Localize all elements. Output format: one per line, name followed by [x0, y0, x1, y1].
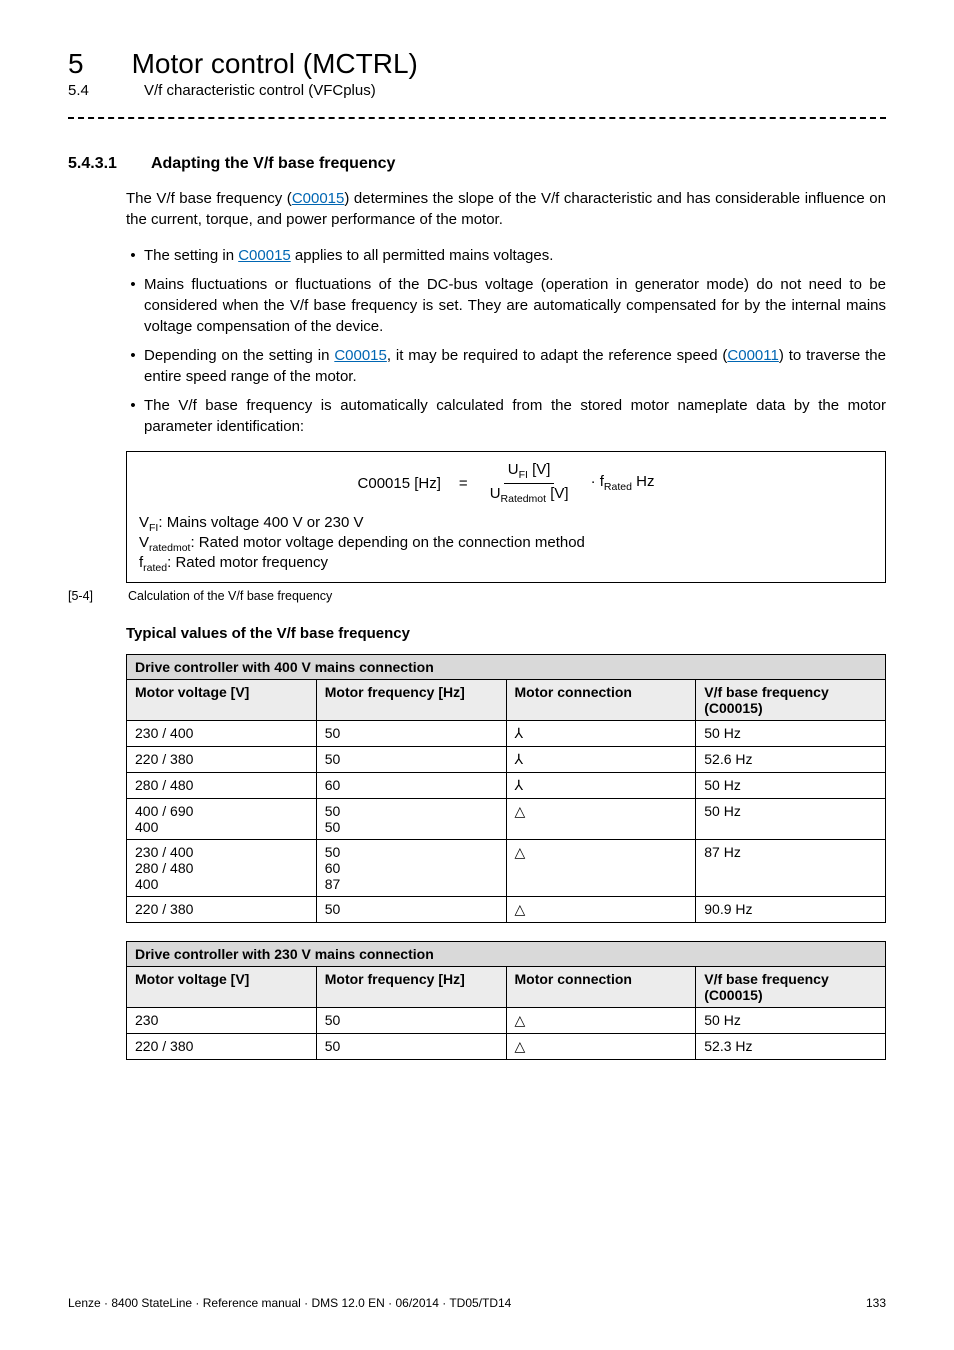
- col-header: Motor frequency [Hz]: [316, 680, 506, 721]
- table-230v: Drive controller with 230 V mains connec…: [126, 941, 886, 1060]
- cell-motor-voltage: 230: [127, 1008, 317, 1034]
- col-header: Motor connection: [506, 680, 696, 721]
- bullet-item: Mains fluctuations or fluctuations of th…: [144, 274, 886, 337]
- cell-motor-voltage: 220 / 380: [127, 1034, 317, 1060]
- bullet-text: The V/f base frequency is automatically …: [144, 397, 886, 435]
- cell-vf-base-frequency: 50 Hz: [696, 1008, 886, 1034]
- cell-motor-voltage: 280 / 480: [127, 773, 317, 799]
- cell-vf-base-frequency: 50 Hz: [696, 799, 886, 840]
- bullet-item: The setting in C00015 applies to all per…: [144, 245, 886, 266]
- figure-caption-text: Calculation of the V/f base frequency: [128, 589, 332, 603]
- cell-motor-frequency: 50: [316, 897, 506, 923]
- cell-motor-frequency: 50: [316, 721, 506, 747]
- cell-motor-frequency: 50: [316, 747, 506, 773]
- formula-tail: · fRated Hz: [591, 473, 655, 493]
- col-header: Motor voltage [V]: [127, 967, 317, 1008]
- cell-motor-connection: △: [506, 799, 696, 840]
- formula: C00015 [Hz] = UFI [V] URatedmot [V] · fR…: [139, 462, 873, 504]
- formula-fraction: UFI [V] URatedmot [V]: [486, 462, 573, 504]
- cell-motor-voltage: 220 / 380: [127, 897, 317, 923]
- bullet-list: The setting in C00015 applies to all per…: [126, 245, 886, 437]
- cell-motor-voltage: 220 / 380: [127, 747, 317, 773]
- divider: [68, 117, 886, 119]
- bullet-text: , it may be required to adapt the refere…: [387, 347, 728, 364]
- table-row: 220 / 38050△52.3 Hz: [127, 1034, 886, 1060]
- table-banner: Drive controller with 230 V mains connec…: [127, 942, 886, 967]
- table-row: 220 / 38050⅄52.6 Hz: [127, 747, 886, 773]
- chapter-heading: 5 Motor control (MCTRL): [68, 48, 886, 80]
- col-header: V/f base frequency (C00015): [696, 680, 886, 721]
- cell-motor-connection: ⅄: [506, 773, 696, 799]
- cell-vf-base-frequency: 50 Hz: [696, 773, 886, 799]
- page-footer: Lenze · 8400 StateLine · Reference manua…: [68, 1296, 886, 1310]
- cell-vf-base-frequency: 87 Hz: [696, 840, 886, 897]
- intro-text-a: The V/f base frequency (: [126, 190, 292, 207]
- cell-motor-connection: △: [506, 1034, 696, 1060]
- bullet-item: Depending on the setting in C00015, it m…: [144, 345, 886, 387]
- cell-vf-base-frequency: 52.3 Hz: [696, 1034, 886, 1060]
- table-row: 280 / 48060⅄50 Hz: [127, 773, 886, 799]
- chapter-title: Motor control (MCTRL): [132, 48, 418, 80]
- cell-motor-connection: ⅄: [506, 747, 696, 773]
- formula-note: VFI: Mains voltage 400 V or 230 V: [139, 514, 873, 534]
- footer-page-number: 133: [866, 1296, 886, 1310]
- table-row: 400 / 6904005050△50 Hz: [127, 799, 886, 840]
- formula-numerator: UFI [V]: [504, 462, 555, 484]
- col-header: Motor frequency [Hz]: [316, 967, 506, 1008]
- subsection-title: V/f characteristic control (VFCplus): [144, 82, 376, 99]
- bullet-text: Mains fluctuations or fluctuations of th…: [144, 276, 886, 335]
- cell-vf-base-frequency: 50 Hz: [696, 721, 886, 747]
- figure-tag: [5-4]: [68, 589, 108, 603]
- link-c00015[interactable]: C00015: [238, 247, 291, 264]
- bullet-item: The V/f base frequency is automatically …: [144, 395, 886, 437]
- bullet-text: applies to all permitted mains voltages.: [291, 247, 554, 264]
- table-400v: Drive controller with 400 V mains connec…: [126, 654, 886, 923]
- formula-denominator: URatedmot [V]: [486, 484, 573, 505]
- section-title: Adapting the V/f base frequency: [151, 155, 395, 173]
- cell-motor-voltage: 230 / 400: [127, 721, 317, 747]
- cell-motor-connection: △: [506, 897, 696, 923]
- bullet-text: Depending on the setting in: [144, 347, 334, 364]
- table-banner: Drive controller with 400 V mains connec…: [127, 655, 886, 680]
- cell-motor-frequency: 50: [316, 1008, 506, 1034]
- subsection-number: 5.4: [68, 82, 96, 99]
- table-row: 230 / 400280 / 480400506087△87 Hz: [127, 840, 886, 897]
- cell-motor-frequency: 60: [316, 773, 506, 799]
- formula-note: Vratedmot: Rated motor voltage depending…: [139, 534, 873, 554]
- col-header: Motor connection: [506, 967, 696, 1008]
- col-header: Motor voltage [V]: [127, 680, 317, 721]
- figure-caption: [5-4] Calculation of the V/f base freque…: [126, 589, 886, 603]
- table-group-title: Typical values of the V/f base frequency: [126, 625, 886, 642]
- formula-lhs: C00015 [Hz]: [358, 475, 441, 492]
- cell-motor-connection: △: [506, 1008, 696, 1034]
- link-c00015[interactable]: C00015: [334, 347, 387, 364]
- cell-motor-voltage: 230 / 400280 / 480400: [127, 840, 317, 897]
- cell-motor-voltage: 400 / 690400: [127, 799, 317, 840]
- intro-paragraph: The V/f base frequency (C00015) determin…: [126, 188, 886, 230]
- col-header: V/f base frequency (C00015): [696, 967, 886, 1008]
- chapter-number: 5: [68, 48, 84, 80]
- bullet-text: The setting in: [144, 247, 238, 264]
- link-c00015[interactable]: C00015: [292, 190, 345, 207]
- table-row: 220 / 38050△90.9 Hz: [127, 897, 886, 923]
- table-row: 230 / 40050⅄50 Hz: [127, 721, 886, 747]
- formula-eq: =: [459, 475, 468, 492]
- table-row: 23050△50 Hz: [127, 1008, 886, 1034]
- cell-motor-frequency: 506087: [316, 840, 506, 897]
- cell-motor-frequency: 5050: [316, 799, 506, 840]
- cell-motor-frequency: 50: [316, 1034, 506, 1060]
- formula-box: C00015 [Hz] = UFI [V] URatedmot [V] · fR…: [126, 451, 886, 583]
- link-c00011[interactable]: C00011: [727, 347, 778, 364]
- section-heading: 5.4.3.1 Adapting the V/f base frequency: [68, 155, 886, 173]
- subsection-heading: 5.4 V/f characteristic control (VFCplus): [68, 82, 886, 99]
- cell-vf-base-frequency: 90.9 Hz: [696, 897, 886, 923]
- section-number: 5.4.3.1: [68, 155, 117, 173]
- cell-vf-base-frequency: 52.6 Hz: [696, 747, 886, 773]
- footer-left: Lenze · 8400 StateLine · Reference manua…: [68, 1296, 511, 1310]
- cell-motor-connection: ⅄: [506, 721, 696, 747]
- cell-motor-connection: △: [506, 840, 696, 897]
- formula-note: frated: Rated motor frequency: [139, 554, 873, 574]
